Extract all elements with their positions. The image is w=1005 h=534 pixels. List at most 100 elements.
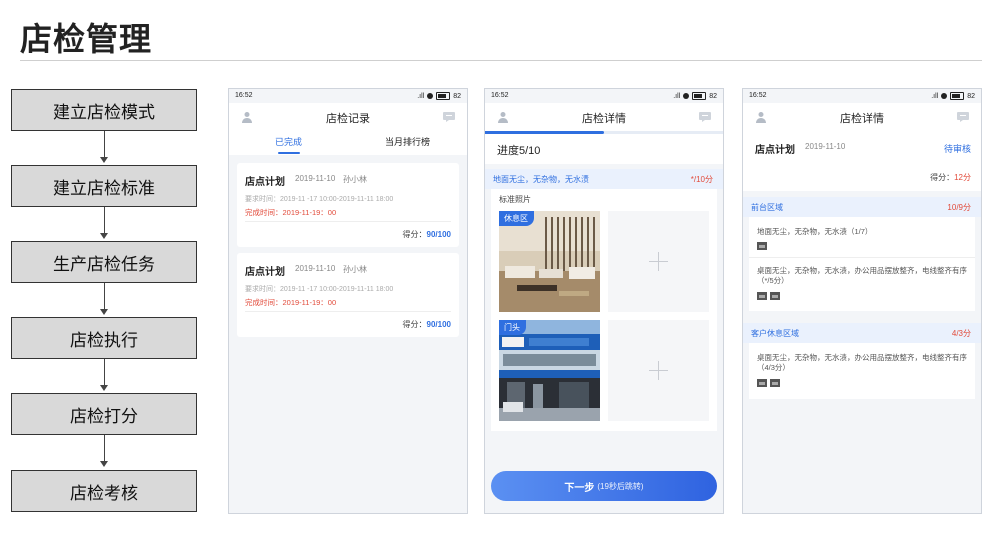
add-photo-button[interactable] bbox=[608, 320, 709, 421]
tab-monthly-ranking[interactable]: 当月排行榜 bbox=[385, 135, 430, 148]
score-label: 得分： bbox=[402, 230, 427, 239]
battery-icon bbox=[950, 92, 965, 100]
photo-thumbnail-icon[interactable] bbox=[770, 292, 780, 300]
photo-thumbnail-icon[interactable] bbox=[757, 379, 767, 387]
photo-tag: 休息区 bbox=[499, 211, 534, 226]
plan-name: 店点计划 bbox=[245, 177, 285, 188]
area-items: 地面无尘，无杂物，无水渍（1/7） 桌面无尘，无杂物，无水渍，办公用品摆放整齐，… bbox=[749, 217, 975, 311]
tab-completed[interactable]: 已完成 bbox=[275, 135, 302, 148]
title-divider bbox=[20, 60, 982, 61]
progress-row: 进度5/10 bbox=[485, 134, 723, 164]
photo-thumbnail-icon[interactable] bbox=[757, 292, 767, 300]
flow-arrow-icon bbox=[100, 309, 108, 315]
plan-summary: 店点计划 2019-11-10 待审核 得分：12分 bbox=[743, 131, 981, 191]
flow-connector bbox=[104, 207, 105, 233]
check-item: 地面无尘，无杂物，无水渍（1/7） bbox=[757, 227, 873, 236]
plan-date: 2019-11-10 bbox=[295, 264, 336, 273]
standard-photos: 标准照片 休息区 门头 bbox=[491, 189, 717, 431]
plus-icon bbox=[658, 361, 659, 380]
record-card[interactable]: 店点计划 2019-11-10 孙小林 要求时间：2019-11 -17 10:… bbox=[237, 253, 459, 337]
required-time: 要求时间：2019-11 -17 10:00-2019-11-11 18:00 bbox=[245, 196, 394, 203]
required-time: 要求时间：2019-11 -17 10:00-2019-11-11 18:00 bbox=[245, 286, 394, 293]
battery-level: 82 bbox=[709, 92, 717, 100]
inspector-name: 孙小林 bbox=[343, 265, 367, 274]
next-step-button[interactable]: 下一步 (19秒后跳转) bbox=[491, 471, 717, 501]
phone-inspection-records: 16:52 .ıll 82 店检记录 已完成 当月排行榜 店点计划 2019-1… bbox=[228, 88, 468, 514]
plan-date: 2019-11-10 bbox=[805, 142, 846, 151]
photo-rest-area[interactable]: 休息区 bbox=[499, 211, 600, 312]
flow-connector bbox=[104, 359, 105, 385]
photo-tag: 门头 bbox=[499, 320, 526, 335]
item-divider bbox=[749, 257, 975, 258]
lobby-photo-icon bbox=[499, 211, 600, 312]
record-card[interactable]: 店点计划 2019-11-10 孙小林 要求时间：2019-11 -17 10:… bbox=[237, 163, 459, 247]
message-icon[interactable] bbox=[443, 112, 455, 122]
status-bar: 16:52 .ıll 82 bbox=[235, 92, 461, 102]
flow-arrow-icon bbox=[100, 233, 108, 239]
status-time: 16:52 bbox=[491, 92, 509, 99]
score: 得分：90/100 bbox=[403, 229, 451, 240]
storefront-photo-icon bbox=[499, 320, 600, 421]
status-time: 16:52 bbox=[235, 92, 253, 99]
flow-arrow-icon bbox=[100, 157, 108, 163]
photo-thumbnail-icon[interactable] bbox=[757, 242, 767, 250]
photo-storefront[interactable]: 门头 bbox=[499, 320, 600, 421]
area-name: 前台区域 bbox=[751, 203, 783, 212]
next-label: 下一步 bbox=[564, 482, 595, 494]
flow-step-1: 建立店检模式 bbox=[11, 89, 197, 131]
item-points: */10分 bbox=[690, 175, 713, 184]
screen-title: 店检详情 bbox=[582, 113, 626, 125]
item-text: 地面无尘，无杂物，无水渍 bbox=[493, 175, 589, 184]
status-bar: 16:52 .ıll 82 bbox=[749, 92, 975, 102]
status-time: 16:52 bbox=[749, 92, 767, 99]
battery-level: 82 bbox=[453, 92, 461, 100]
app-header: 店检详情 bbox=[485, 103, 723, 131]
score-label: 得分： bbox=[402, 320, 427, 329]
item-photos bbox=[757, 292, 780, 300]
plus-icon bbox=[658, 252, 659, 271]
area-header: 客户休息区域 4/3分 bbox=[743, 323, 981, 343]
wifi-icon bbox=[941, 93, 948, 99]
next-countdown: (19秒后跳转) bbox=[597, 481, 644, 491]
item-photos bbox=[757, 242, 767, 250]
battery-icon bbox=[692, 92, 707, 100]
message-icon[interactable] bbox=[699, 112, 711, 122]
flow-arrow-icon bbox=[100, 385, 108, 391]
flow-arrow-icon bbox=[100, 461, 108, 467]
score: 得分：90/100 bbox=[403, 319, 451, 330]
flow-step-3: 生产店检任务 bbox=[11, 241, 197, 283]
message-icon[interactable] bbox=[957, 112, 969, 122]
review-status[interactable]: 待审核 bbox=[944, 142, 971, 155]
flow-step-4: 店检执行 bbox=[11, 317, 197, 359]
flow-step-5: 店检打分 bbox=[11, 393, 197, 435]
battery-level: 82 bbox=[967, 92, 975, 100]
card-divider bbox=[245, 221, 451, 222]
add-photo-button[interactable] bbox=[608, 211, 709, 312]
card-divider bbox=[245, 311, 451, 312]
total-score: 得分：12分 bbox=[930, 172, 971, 183]
area-items: 桌面无尘，无杂物，无水渍，办公用品摆放整齐，电线整齐有序（4/3分） bbox=[749, 343, 975, 399]
wifi-icon bbox=[427, 93, 434, 99]
battery-icon bbox=[436, 92, 451, 100]
screen-title: 店检详情 bbox=[840, 113, 884, 125]
flow-connector bbox=[104, 283, 105, 309]
flow-connector bbox=[104, 131, 105, 157]
photo-label: 标准照片 bbox=[499, 195, 531, 204]
area-points: 10/9分 bbox=[947, 203, 971, 212]
inspector-name: 孙小林 bbox=[343, 175, 367, 184]
phone-inspection-detail: 16:52 .ıll 82 店检详情 进度5/10 地面无尘，无杂物，无水渍 *… bbox=[484, 88, 724, 514]
area-name: 客户休息区域 bbox=[751, 329, 799, 338]
tab-indicator bbox=[278, 152, 300, 154]
wifi-icon bbox=[683, 93, 690, 99]
app-header: 店检记录 bbox=[229, 103, 467, 131]
flow-connector bbox=[104, 435, 105, 461]
check-item: 桌面无尘，无杂物，无水渍，办公用品摆放整齐，电线整齐有序（4/3分） bbox=[757, 353, 967, 372]
page-title: 店检管理 bbox=[20, 21, 153, 57]
status-bar: 16:52 .ıll 82 bbox=[491, 92, 717, 102]
inspection-item: 地面无尘，无杂物，无水渍 */10分 bbox=[485, 169, 723, 189]
score-value: 12分 bbox=[954, 173, 971, 182]
area-header: 前台区域 10/9分 bbox=[743, 197, 981, 217]
phone-inspection-review: 16:52 .ıll 82 店检详情 店点计划 2019-11-10 待审核 得… bbox=[742, 88, 982, 514]
photo-thumbnail-icon[interactable] bbox=[770, 379, 780, 387]
signal-icon: .ıll bbox=[417, 92, 425, 100]
